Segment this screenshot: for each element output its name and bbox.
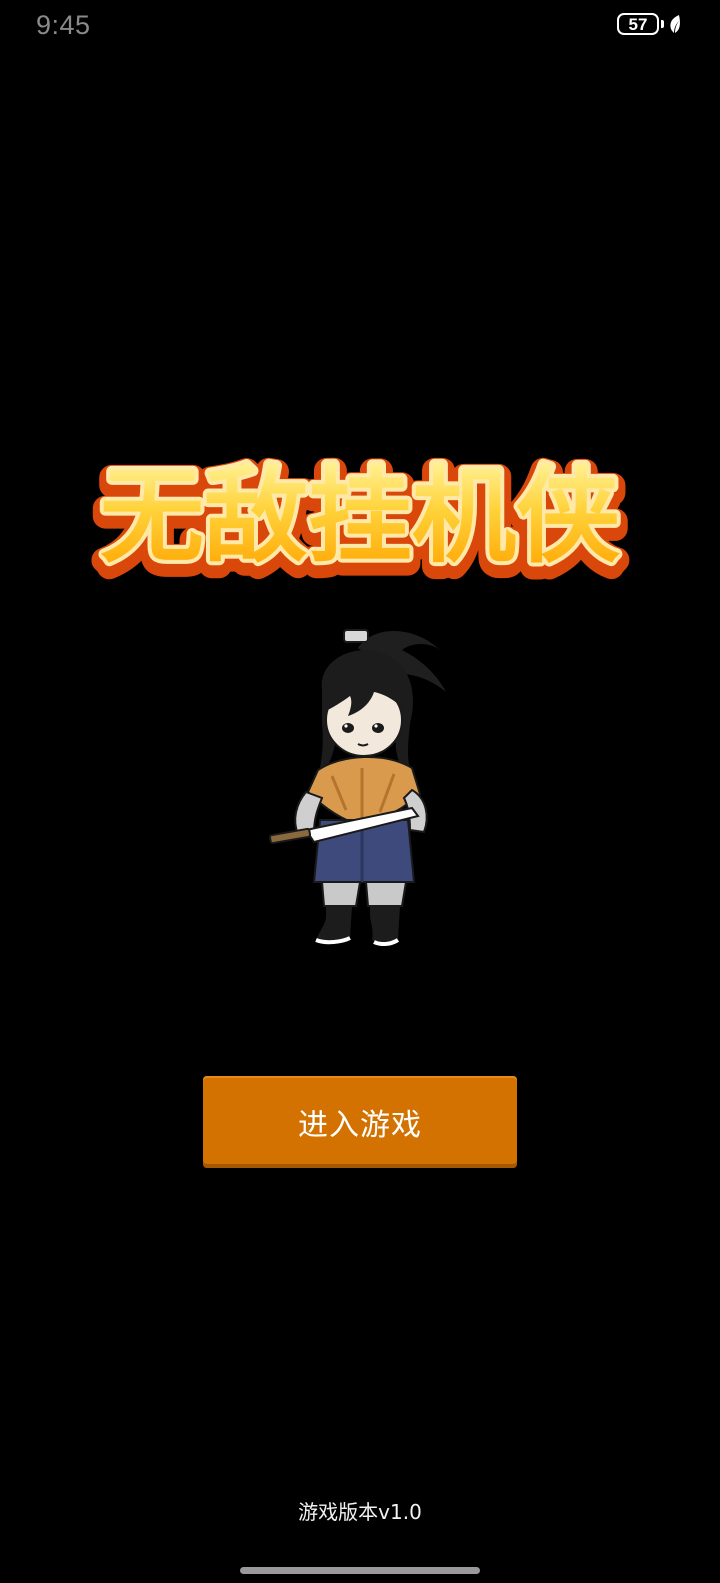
- battery-level: 57: [628, 14, 648, 34]
- swordsman-character: [268, 629, 446, 947]
- game-title-text: 无敌挂机侠: [100, 455, 621, 577]
- battery-indicator: 57: [617, 13, 682, 35]
- enter-game-label: 进入游戏: [298, 1108, 422, 1143]
- enter-game-button[interactable]: 进入游戏: [203, 1076, 517, 1168]
- home-indicator[interactable]: [240, 1567, 480, 1574]
- battery-icon: 57: [617, 13, 659, 35]
- battery-tip: [661, 20, 664, 28]
- status-time: 9:45: [36, 10, 91, 40]
- leaf-icon: [670, 15, 680, 33]
- game-title-logo: 无敌挂机侠 无敌挂机侠 无敌挂机侠: [0, 448, 720, 598]
- status-bar: 9:45 57: [0, 0, 720, 54]
- game-version-label: 游戏版本v1.0: [298, 1500, 422, 1524]
- game-title-art: 无敌挂机侠 无敌挂机侠 无敌挂机侠: [89, 450, 632, 594]
